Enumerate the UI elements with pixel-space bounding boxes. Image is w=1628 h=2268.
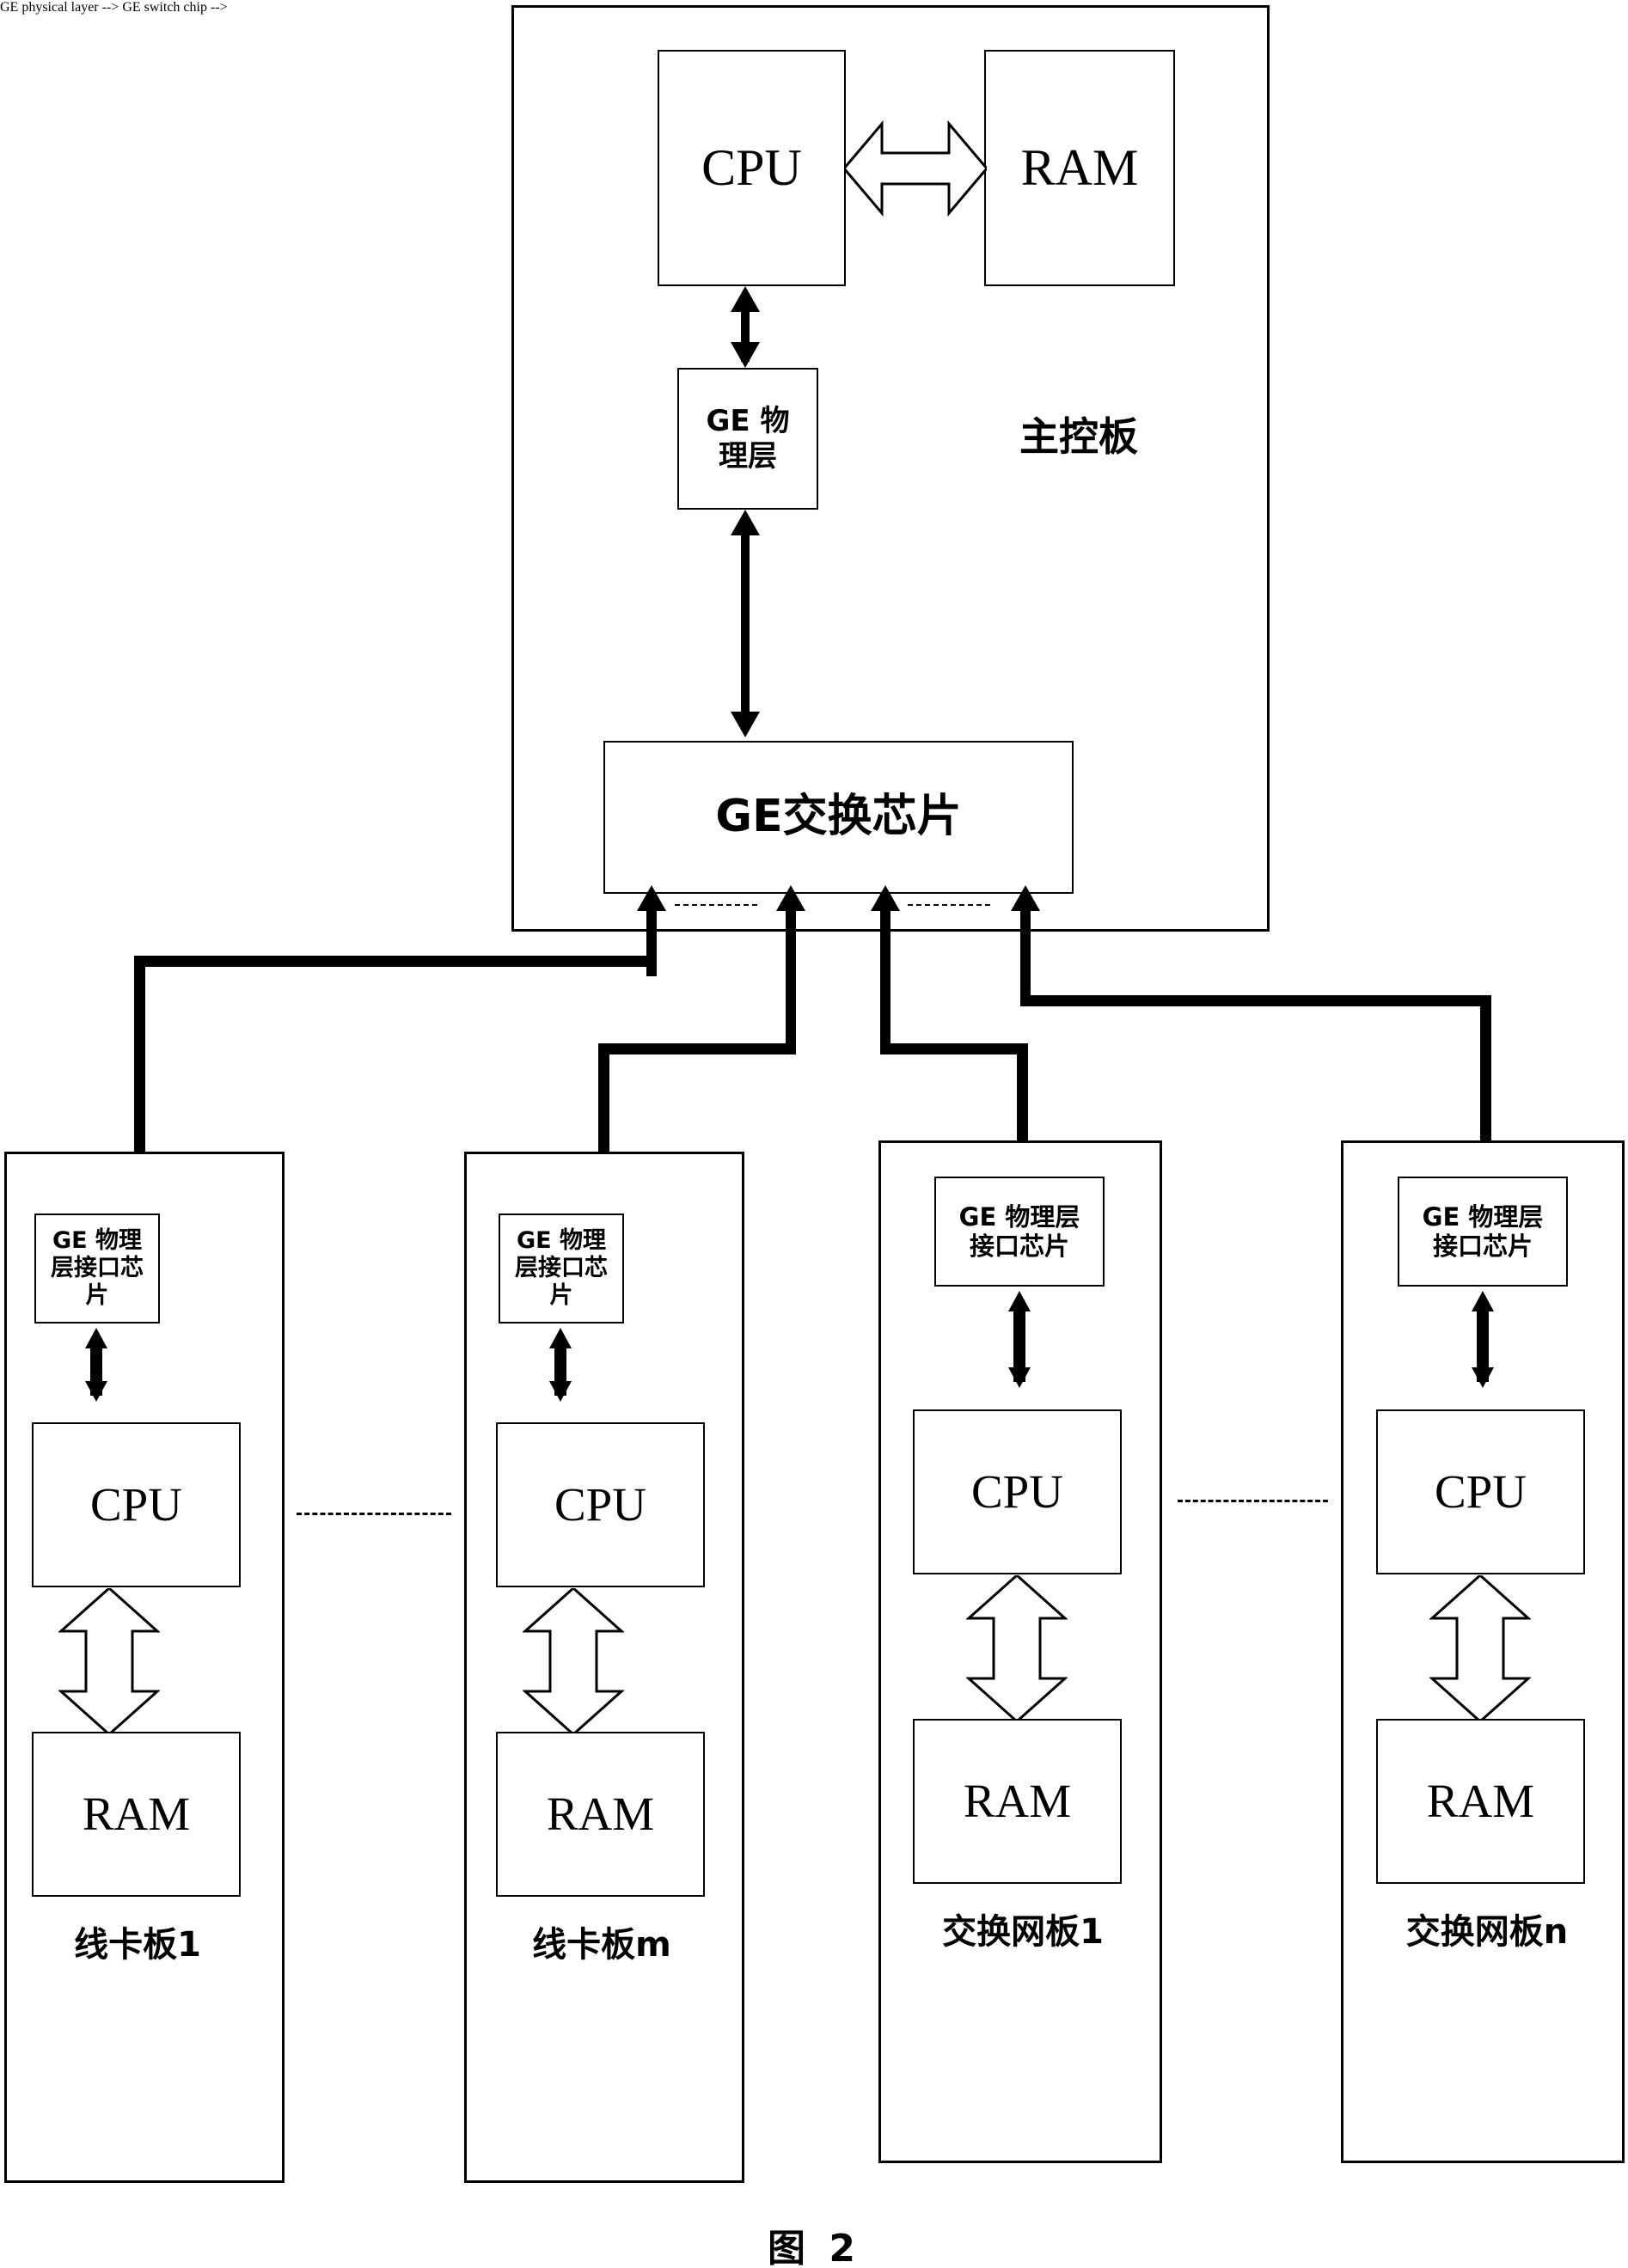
main-ge-phy-label: GE 物理层 [706,404,790,474]
figure-caption: 图 2 [768,2227,860,2268]
switch-fabric-n-ram-box: RAM [1376,1719,1585,1884]
route-b-horizontal [598,1043,796,1055]
route-b-vertical-up [786,932,796,1044]
boards-ellipsis-linecards [297,1513,451,1515]
line-card-1-board-label: 线卡板1 [74,1925,201,1965]
line-card-m-cpu-label: CPU [554,1477,646,1531]
route-d-horizontal [1020,995,1491,1006]
main-ram-box: RAM [984,50,1175,286]
cpu-gephy-arrow-up [731,286,760,312]
line-card-1-phy-chip-label: GE 物理层接口芯片 [51,1227,144,1309]
main-ge-phy-box: GE 物理层 [677,368,818,510]
switch-fabric-n-board-label: 交换网板n [1405,1912,1569,1952]
bus-stub-3-arrow [871,885,900,911]
switch-fabric-1-phy-chip-box: GE 物理层接口芯片 [934,1177,1105,1287]
line-card-1-phy-chip-box: GE 物理层接口芯片 [34,1213,160,1324]
main-ram-label: RAM [1020,139,1139,197]
main-cpu-label: CPU [701,139,802,197]
switch-fabric-1-phy-cpu-arrow-up [1008,1291,1031,1311]
gephy-switchchip-line [741,520,750,731]
bus-stub-2 [786,909,796,932]
line-card-1-ram-box: RAM [32,1732,241,1897]
switch-fabric-n-cpu-box: CPU [1376,1409,1585,1574]
line-card-1-phy-cpu-arrow-up [85,1328,107,1348]
switch-fabric-1-cpu-label: CPU [971,1464,1063,1518]
switch-fabric-n-phy-cpu-arrow-down [1472,1367,1494,1388]
line-card-1-cpu-box: CPU [32,1422,241,1587]
bus-stub-4-arrow [1011,885,1040,911]
cpu-ram-bus-arrow [844,108,987,229]
switch-fabric-1-cpu-ram-bus-arrow [966,1575,1068,1721]
bus-stub-2-arrow [776,885,805,911]
line-card-m-phy-chip-label: GE 物理层接口芯片 [515,1227,608,1309]
switch-fabric-n-ram-label: RAM [1426,1774,1535,1827]
route-c-vertical-up [880,932,891,1044]
bus-stub-3 [880,909,891,932]
gephy-switchchip-arrow-up [731,510,760,535]
line-card-m-ram-label: RAM [546,1787,655,1840]
main-cpu-box: CPU [658,50,846,286]
route-a-horizontal [134,956,657,967]
bus-stub-1-arrow [637,885,666,911]
line-card-m-cpu-box: CPU [496,1422,705,1587]
route-c-horizontal [880,1043,1028,1055]
line-card-m-ram-box: RAM [496,1732,705,1897]
line-card-1-cpu-ram-bus-arrow [58,1588,160,1734]
switch-fabric-1-phy-chip-label: GE 物理层接口芯片 [958,1201,1080,1261]
switch-fabric-n-phy-chip-box: GE 物理层接口芯片 [1398,1177,1568,1287]
bus-ellipsis-right [908,904,990,906]
line-card-m-phy-chip-box: GE 物理层接口芯片 [499,1213,624,1324]
switch-fabric-1-ram-label: RAM [963,1774,1072,1827]
line-card-m-phy-cpu-arrow-down [549,1381,572,1402]
switch-fabric-1-cpu-box: CPU [913,1409,1122,1574]
gephy-switchchip-arrow-down [731,712,760,737]
switch-fabric-1-board-label: 交换网板1 [942,1912,1104,1952]
route-d-vertical-up [1020,932,1031,1002]
bus-stub-4 [1020,909,1031,932]
figure-canvas: 主控板 CPU RAM GE physical layer --> GE 物理层… [0,0,1628,2268]
switch-fabric-n-phy-cpu-arrow-up [1472,1291,1494,1311]
cpu-gephy-arrow-down [731,342,760,368]
main-control-board-label: 主控板 [1019,413,1138,460]
switch-fabric-n-phy-chip-label: GE 物理层接口芯片 [1422,1201,1544,1261]
bus-stub-1 [646,909,657,932]
bus-ellipsis-left [675,904,757,906]
line-card-m-phy-cpu-arrow-up [549,1328,572,1348]
switch-fabric-n-cpu-ram-bus-arrow [1429,1575,1531,1721]
switch-fabric-n-cpu-label: CPU [1435,1464,1527,1518]
line-card-1-cpu-label: CPU [90,1477,182,1531]
ge-switch-chip-box: GE交换芯片 [603,741,1074,894]
switch-fabric-1-ram-box: RAM [913,1719,1122,1884]
route-a-vertical-up [646,932,657,976]
line-card-m-board-label: 线卡板m [532,1925,671,1965]
switch-fabric-1-phy-cpu-arrow-down [1008,1367,1031,1388]
boards-ellipsis-fabrics [1178,1500,1328,1502]
ge-switch-chip-label: GE交换芯片 [715,791,962,843]
line-card-1-ram-label: RAM [82,1787,191,1840]
line-card-m-cpu-ram-bus-arrow [523,1588,624,1734]
line-card-1-phy-cpu-arrow-down [85,1381,107,1402]
